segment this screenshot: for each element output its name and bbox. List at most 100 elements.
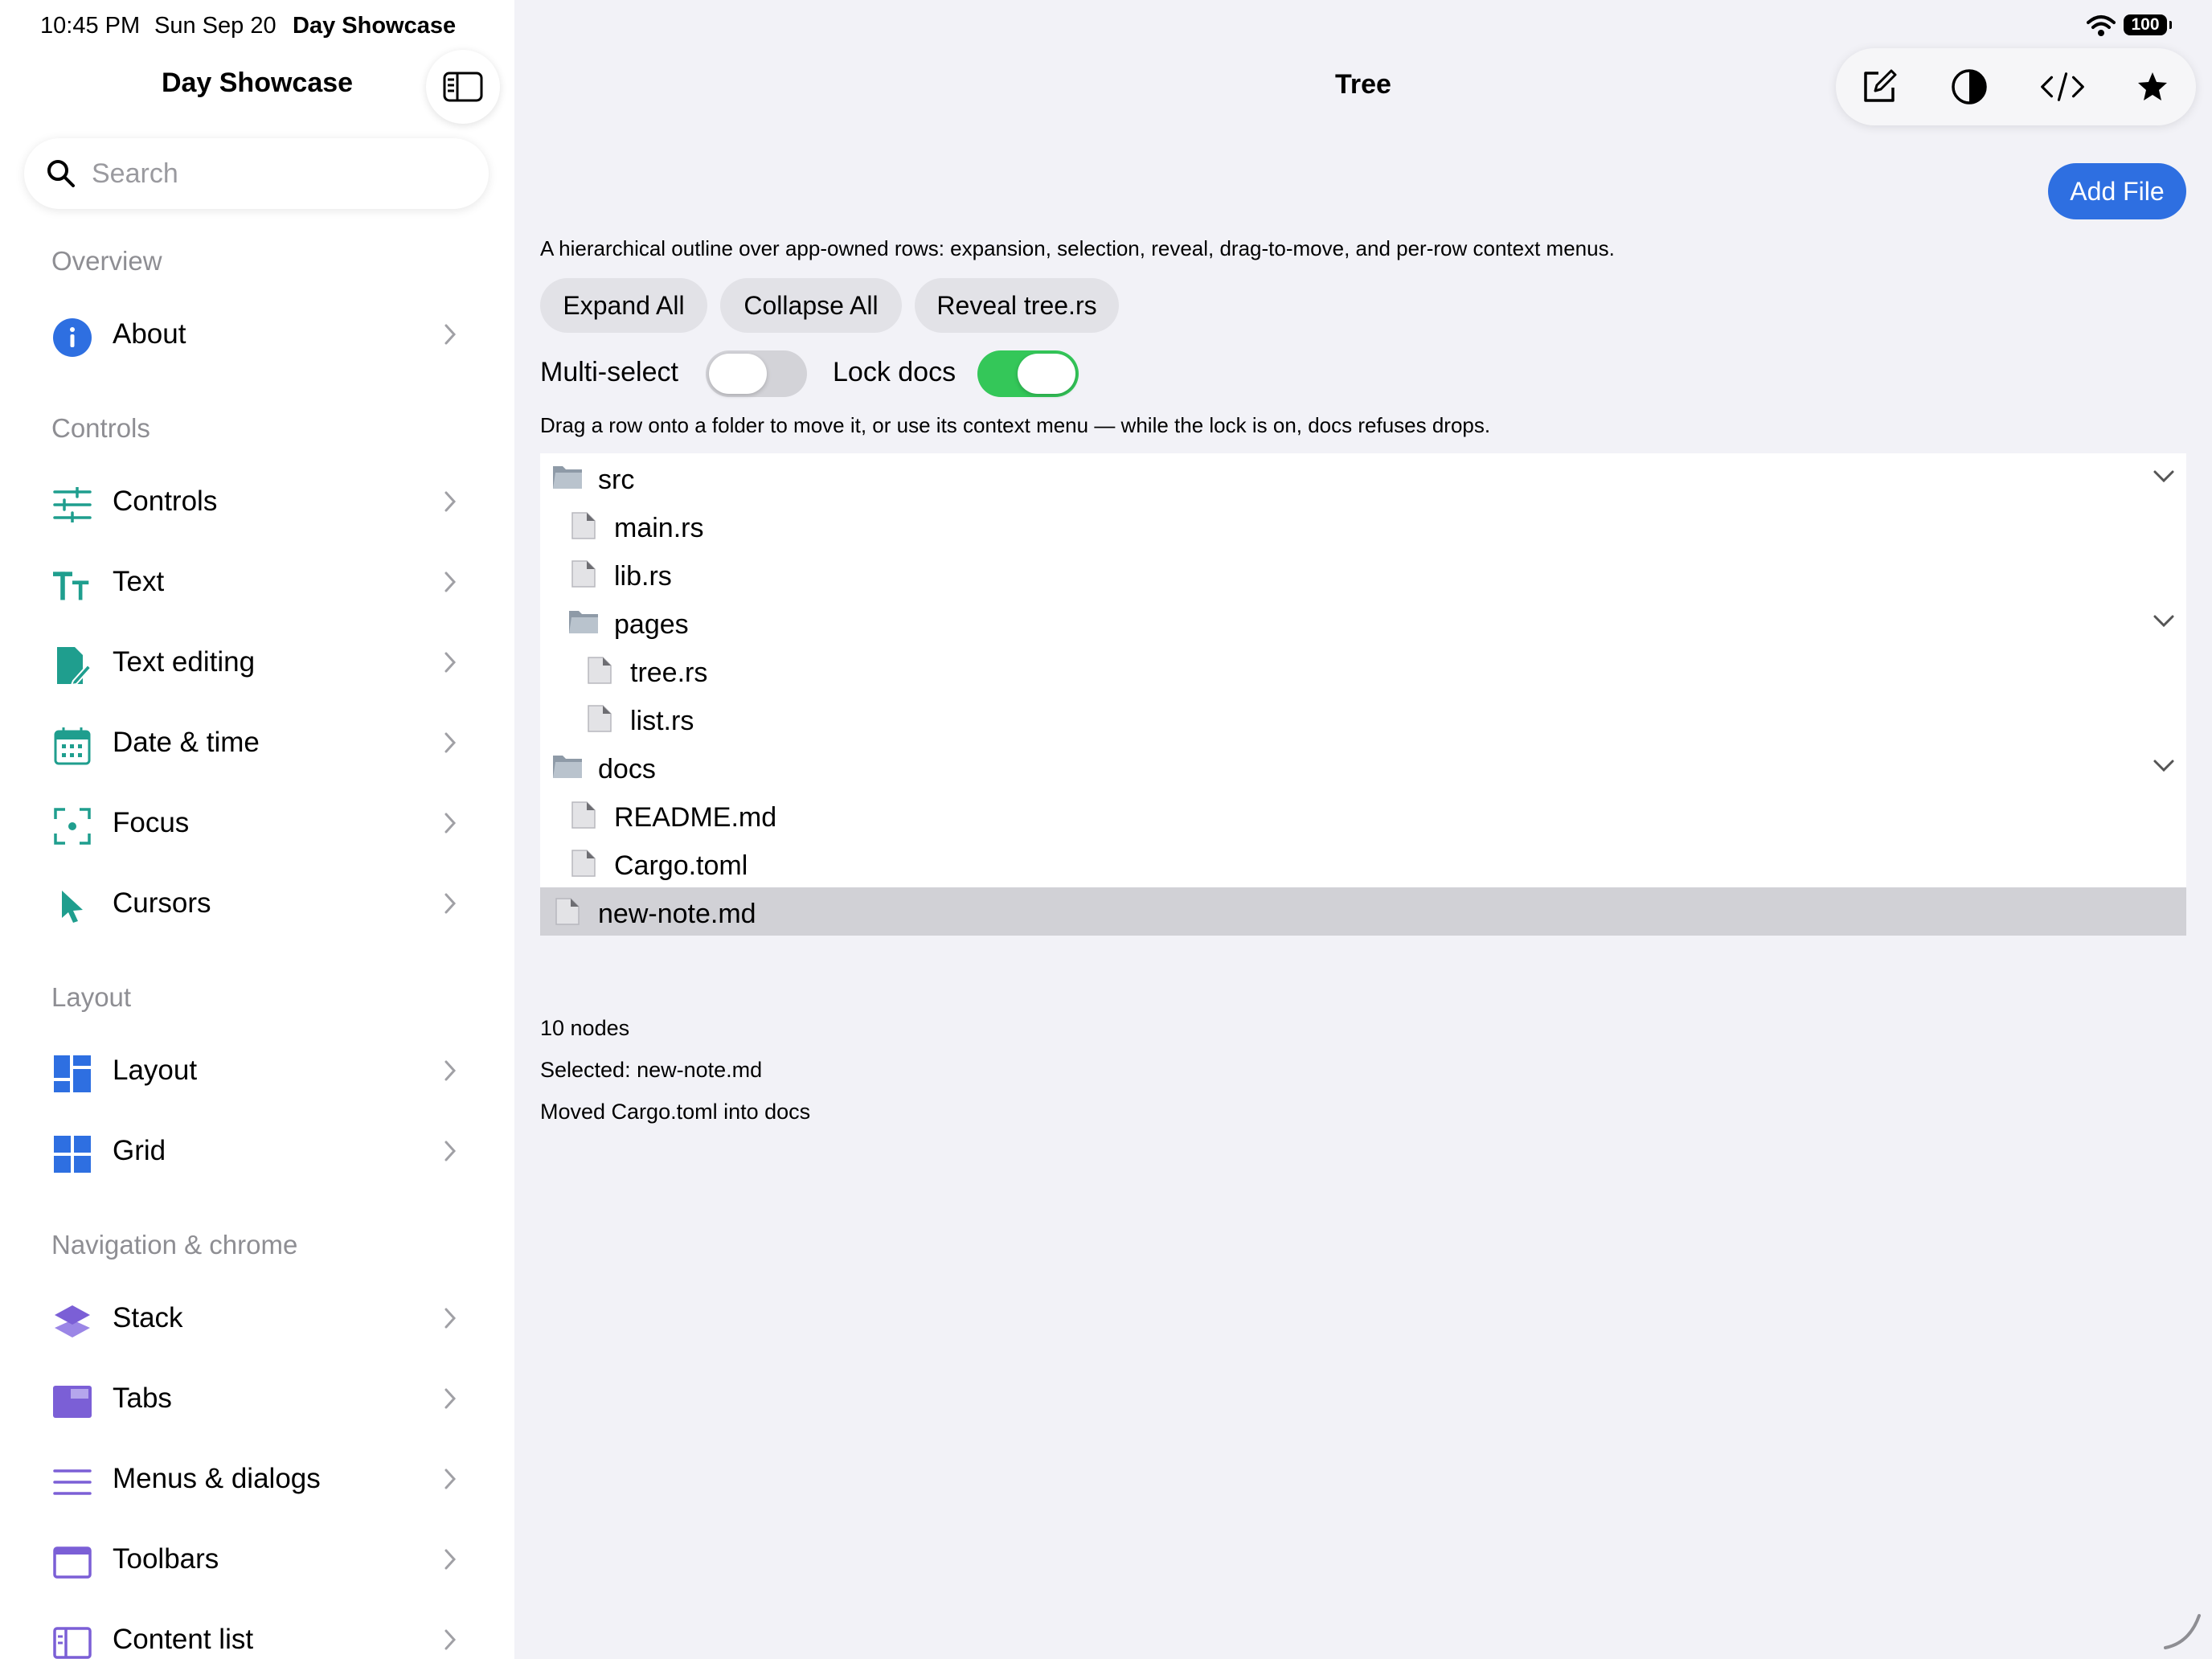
sidebar-item-grid[interactable]: Grid: [24, 1120, 490, 1185]
chevron-right-icon: [444, 1059, 457, 1086]
sidebar-item-focus[interactable]: Focus: [24, 793, 490, 857]
appearance-button[interactable]: [1947, 64, 1992, 109]
chevron-right-icon: [444, 1468, 457, 1494]
sidebar-item-stack[interactable]: Stack: [24, 1288, 490, 1352]
tree-row-label: src: [598, 465, 635, 495]
status-time: 10:45 PM: [40, 13, 141, 39]
chevron-right-icon: [444, 571, 457, 597]
chevron-right-icon: [444, 651, 457, 678]
resize-handle-icon[interactable]: [2162, 1611, 2202, 1655]
compose-button[interactable]: [1857, 64, 1902, 109]
tree-row-label: docs: [598, 754, 656, 784]
content-list-icon: [53, 1624, 92, 1659]
sidebar-item-controls[interactable]: Controls: [24, 471, 490, 535]
sidebar-item-toolbars[interactable]: Toolbars: [24, 1529, 490, 1593]
chevron-right-icon: [444, 1628, 457, 1655]
tree-row-file-selected[interactable]: new-note.md: [540, 887, 2186, 936]
main-content: Tree Add File A hierarchical outline ove…: [514, 0, 2212, 1659]
chevron-down-icon[interactable]: [2153, 469, 2175, 488]
tree-row-file[interactable]: list.rs: [540, 694, 2186, 743]
node-count: 10 nodes: [540, 1016, 630, 1040]
search-input[interactable]: [90, 157, 463, 190]
sidebar-item-label: Controls: [113, 485, 218, 517]
reveal-tree-button[interactable]: Reveal tree.rs: [915, 278, 1119, 333]
chevron-right-icon: [444, 812, 457, 838]
sidebar-item-text[interactable]: Text: [24, 551, 490, 616]
toggle-knob: [709, 354, 767, 394]
tree-row-file[interactable]: lib.rs: [540, 550, 2186, 598]
folder-icon: [567, 608, 600, 637]
sidebar-item-text-editing[interactable]: Text editing: [24, 632, 490, 696]
sidebar-item-label: Content list: [113, 1624, 254, 1655]
chevron-right-icon: [444, 1140, 457, 1166]
tree-row-label: new-note.md: [598, 899, 756, 929]
stack-icon: [53, 1302, 92, 1341]
sidebar-item-about[interactable]: About: [24, 304, 490, 368]
sidebar-item-label: Menus & dialogs: [113, 1463, 321, 1494]
tree-row-label: lib.rs: [614, 561, 672, 592]
sliders-icon: [53, 485, 92, 524]
tree-row-file[interactable]: main.rs: [540, 502, 2186, 550]
file-icon: [584, 656, 616, 685]
chevron-right-icon: [444, 490, 457, 517]
tree-row-label: list.rs: [630, 706, 694, 736]
file-icon: [567, 801, 600, 830]
info-icon: [53, 318, 92, 357]
sidebar-item-layout[interactable]: Layout: [24, 1040, 490, 1104]
code-icon: [2041, 72, 2084, 101]
tree-row-file[interactable]: tree.rs: [540, 646, 2186, 694]
sidebar-item-tabs[interactable]: Tabs: [24, 1368, 490, 1432]
section-header-layout: Layout: [51, 982, 132, 1012]
tree-row-folder[interactable]: src: [540, 453, 2186, 502]
sidebar-item-label: Toolbars: [113, 1543, 219, 1575]
tree-row-label: pages: [614, 609, 689, 640]
tree-row-folder[interactable]: pages: [540, 598, 2186, 646]
sidebar-item-date-time[interactable]: Date & time: [24, 712, 490, 776]
lock-docs-toggle[interactable]: [977, 350, 1079, 397]
source-code-button[interactable]: [2040, 64, 2085, 109]
sidebar-item-content-list[interactable]: Content list: [24, 1609, 490, 1659]
file-icon: [584, 704, 616, 733]
tree-row-label: README.md: [614, 802, 777, 833]
search-field[interactable]: [24, 138, 489, 209]
expand-all-button[interactable]: Expand All: [540, 278, 707, 333]
chevron-down-icon[interactable]: [2153, 759, 2175, 777]
text-size-icon: [53, 566, 92, 604]
sidebar-item-cursors[interactable]: Cursors: [24, 873, 490, 937]
multi-select-toggle[interactable]: [706, 350, 807, 397]
wifi-icon: [2087, 14, 2116, 43]
file-tree: src main.rs lib.rs pages tree.rs list.rs: [540, 453, 2186, 936]
multi-select-label: Multi-select: [540, 357, 678, 387]
collapse-all-button[interactable]: Collapse All: [720, 278, 902, 333]
cursor-icon: [53, 887, 92, 926]
status-date: Sun Sep 20: [154, 13, 276, 39]
status-bar: 10:45 PM Sun Sep 20 Day Showcase 100: [0, 0, 2212, 51]
tree-row-file[interactable]: Cargo.toml: [540, 839, 2186, 887]
add-file-button[interactable]: Add File: [2048, 163, 2186, 219]
sidebar-item-label: Cursors: [113, 887, 211, 919]
file-icon: [567, 849, 600, 878]
battery-indicator: 100: [2124, 14, 2172, 35]
sidebar-icon: [443, 72, 483, 102]
favorite-button[interactable]: [2130, 64, 2175, 109]
chevron-down-icon[interactable]: [2153, 614, 2175, 633]
drag-hint: Drag a row onto a folder to move it, or …: [540, 413, 1491, 437]
focus-icon: [53, 807, 92, 846]
tabs-icon: [53, 1382, 92, 1421]
sidebar-item-label: Text: [113, 566, 165, 597]
tree-row-label: main.rs: [614, 513, 704, 543]
sidebar-item-label: Stack: [113, 1302, 183, 1333]
layout-icon: [53, 1055, 92, 1093]
folder-icon: [551, 463, 584, 492]
file-icon: [567, 559, 600, 588]
compose-icon: [1864, 69, 1897, 102]
sidebar-item-label: Focus: [113, 807, 190, 838]
sidebar-toggle-button[interactable]: [426, 50, 500, 124]
toggle-knob: [1018, 354, 1075, 394]
tree-row-folder[interactable]: docs: [540, 743, 2186, 791]
sidebar-item-label: Tabs: [113, 1382, 172, 1414]
sidebar-item-menus-dialogs[interactable]: Menus & dialogs: [24, 1448, 490, 1513]
last-action-status: Moved Cargo.toml into docs: [540, 1100, 811, 1124]
tree-row-file[interactable]: README.md: [540, 791, 2186, 839]
lock-docs-label: Lock docs: [833, 357, 956, 387]
